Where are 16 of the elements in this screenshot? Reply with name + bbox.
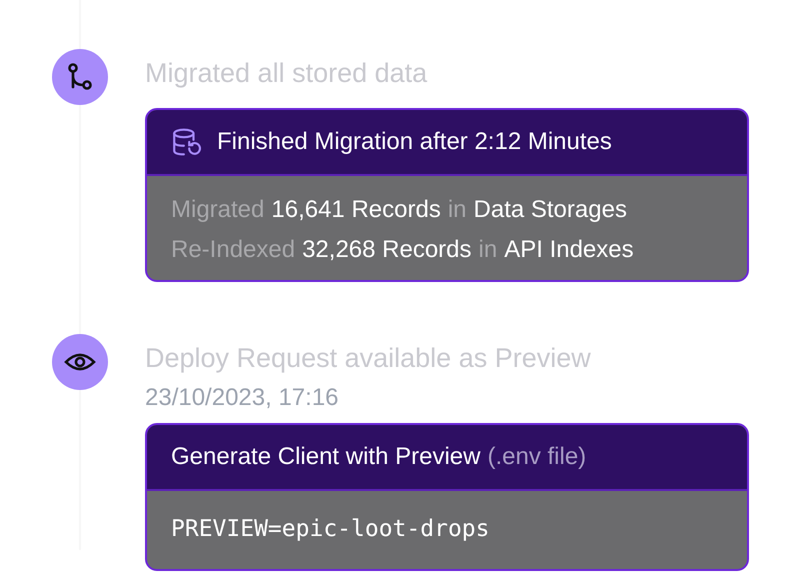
event-date: 23/10/2023, 17:16 bbox=[145, 383, 340, 413]
stat-value: API Indexes bbox=[504, 235, 634, 265]
eye-icon bbox=[52, 334, 108, 390]
card-subtitle: (.env file) bbox=[487, 443, 586, 471]
stat-label: in bbox=[448, 195, 467, 225]
code-line: PREVIEW=epic-loot-drops bbox=[171, 515, 490, 544]
card-title: Finished Migration after 2:12 Minutes bbox=[217, 128, 612, 156]
stat-value: 32,268 Records bbox=[302, 235, 472, 265]
branch-icon bbox=[52, 49, 108, 105]
stat-value: Data Storages bbox=[474, 195, 627, 225]
card-title: Generate Client with Preview bbox=[171, 443, 480, 471]
stat-label: in bbox=[478, 235, 498, 265]
database-icon bbox=[171, 127, 201, 157]
stat-label: Migrated bbox=[171, 195, 264, 225]
stat-label: Re-Indexed bbox=[171, 235, 296, 265]
stat-value: 16,641 Records bbox=[271, 195, 441, 225]
